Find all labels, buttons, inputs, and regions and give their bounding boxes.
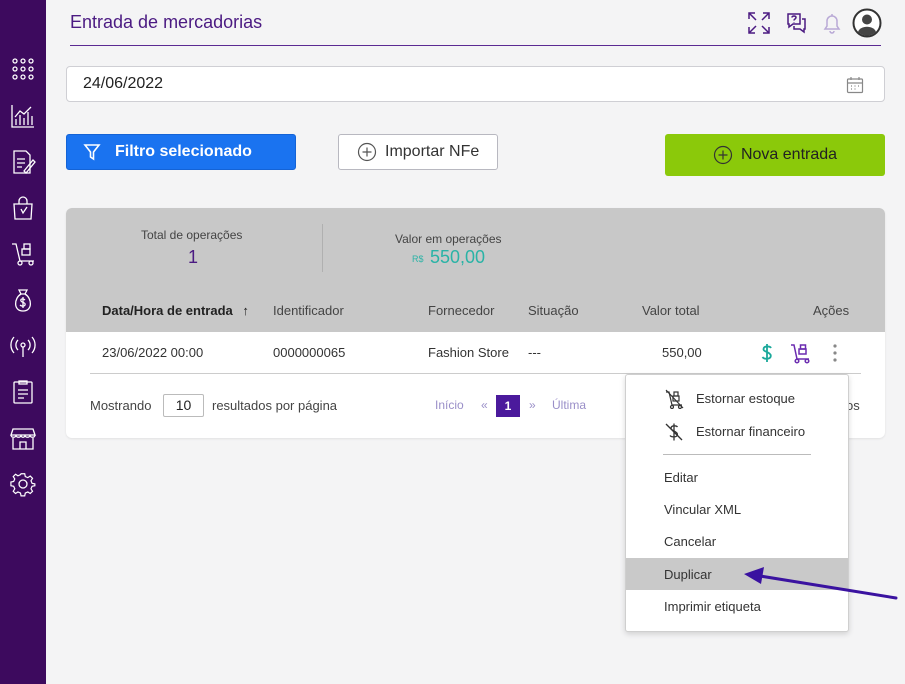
menu-item-link-xml[interactable]: Vincular XML [626, 493, 848, 525]
filter-icon [83, 144, 101, 161]
pagination-first[interactable]: Início [435, 398, 464, 412]
shopping-bag-icon[interactable] [9, 194, 37, 222]
plus-circle-icon [357, 142, 377, 162]
document-edit-icon[interactable] [9, 148, 37, 176]
row-supplier: Fashion Store [428, 345, 509, 360]
row-identifier: 0000000065 [273, 345, 346, 360]
bell-icon[interactable] [819, 10, 845, 36]
apps-grid-icon[interactable] [9, 55, 37, 83]
card-header: Total de operações 1 Valor em operações … [66, 208, 885, 332]
more-options-icon[interactable] [824, 342, 846, 364]
help-chat-icon[interactable] [783, 10, 809, 36]
per-page-label: resultados por página [212, 398, 338, 413]
import-button-label: Importar NFe [385, 143, 480, 160]
showing-label: Mostrando [90, 398, 152, 413]
menu-item-duplicate[interactable]: Duplicar [626, 558, 848, 590]
new-entry-label: Nova entrada [740, 146, 838, 163]
column-header-identifier[interactable]: Identificador [273, 303, 344, 318]
menu-item-edit[interactable]: Editar [626, 461, 848, 493]
sort-arrow-up-icon: ↑ [242, 303, 249, 318]
store-icon[interactable] [9, 424, 37, 452]
row-actions-menu: Estornar estoque Estornar financeiro Edi… [625, 374, 849, 632]
column-header-date[interactable]: Data/Hora de entrada ↑ [102, 303, 249, 318]
menu-item-label: Estornar estoque [696, 390, 796, 406]
operations-value-label: Valor em operações [395, 232, 502, 246]
pagination-last[interactable]: Última [552, 398, 586, 412]
no-money-icon [665, 423, 683, 441]
currency-symbol: R$ [412, 254, 424, 264]
pagination-prev[interactable]: « [481, 398, 488, 412]
total-operations-label: Total de operações [141, 228, 243, 242]
filter-button-label: Filtro selecionado [115, 143, 252, 160]
filter-selected-button[interactable]: Filtro selecionado [66, 134, 296, 170]
column-header-actions: Ações [813, 303, 850, 318]
pagination-current-page[interactable]: 1 [496, 395, 520, 417]
pagination-next[interactable]: » [529, 398, 536, 412]
row-total: 550,00 [662, 345, 702, 360]
date-filter-input[interactable]: 24/06/2022 [66, 66, 885, 102]
operations-value: 550,00 [430, 247, 486, 267]
sidebar [0, 0, 46, 684]
new-entry-button[interactable]: Nova entrada [665, 134, 885, 176]
money-bag-icon[interactable] [9, 286, 37, 314]
menu-item-label: Estornar financeiro [696, 423, 806, 439]
user-avatar-icon[interactable] [852, 8, 882, 38]
row-status: --- [528, 345, 541, 360]
hand-truck-icon[interactable] [789, 342, 811, 364]
gear-icon[interactable] [9, 470, 37, 498]
column-header-supplier[interactable]: Fornecedor [428, 303, 494, 318]
column-header-status[interactable]: Situação [528, 303, 579, 318]
broadcast-icon[interactable] [9, 332, 37, 360]
menu-item-reverse-financial[interactable]: Estornar financeiro [626, 415, 848, 447]
calendar-icon[interactable] [846, 76, 864, 94]
column-header-total[interactable]: Valor total [642, 303, 700, 318]
no-stock-icon [665, 389, 684, 409]
menu-item-print-label[interactable]: Imprimir etiqueta [626, 590, 848, 622]
plus-circle-icon [713, 145, 733, 165]
fullscreen-icon[interactable] [746, 10, 772, 36]
report-icon[interactable] [9, 378, 37, 406]
menu-separator [663, 454, 811, 455]
title-divider [70, 45, 881, 46]
row-date: 23/06/2022 00:00 [102, 345, 204, 360]
per-page-input[interactable]: 10 [163, 394, 204, 417]
menu-item-cancel[interactable]: Cancelar [626, 525, 848, 557]
stats-divider [322, 224, 323, 272]
dollar-icon[interactable] [756, 342, 778, 364]
chart-icon[interactable] [9, 102, 37, 130]
import-nfe-button[interactable]: Importar NFe [338, 134, 498, 170]
total-operations-value: 1 [188, 247, 199, 267]
page-title: Entrada de mercadorias [70, 12, 263, 32]
hand-truck-icon[interactable] [9, 240, 37, 268]
date-filter-value: 24/06/2022 [83, 75, 164, 92]
menu-item-reverse-stock[interactable]: Estornar estoque [626, 382, 848, 414]
